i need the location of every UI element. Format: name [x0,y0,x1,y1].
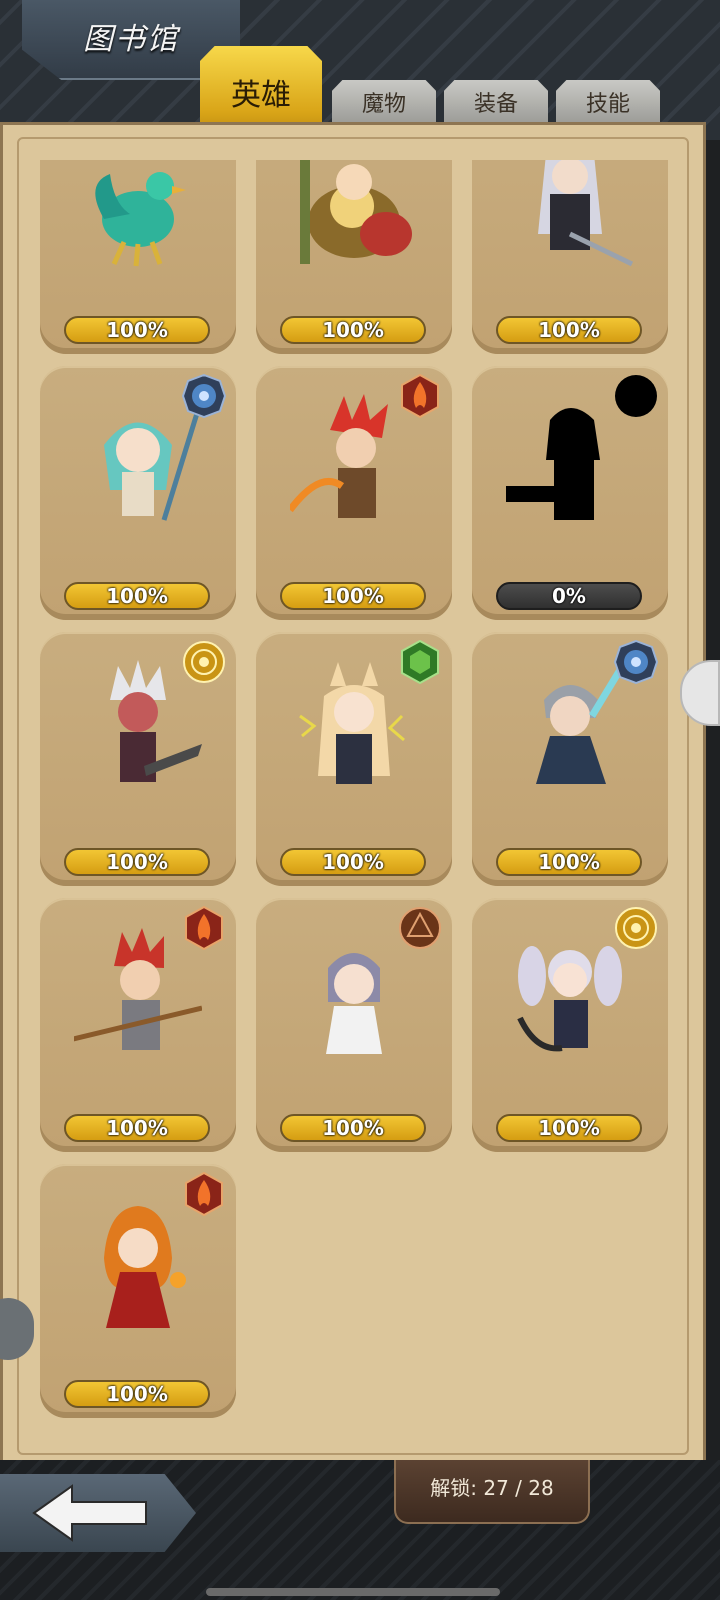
hero-card[interactable]: 100% [40,366,236,620]
progress-bar: 100% [280,848,426,876]
progress-bar: 100% [64,848,210,876]
water-element-icon [614,640,658,684]
light-element-icon [183,641,225,683]
earth-element-icon [399,907,441,949]
hero-card[interactable]: 100% [472,632,668,886]
progress-bar: 100% [64,1380,210,1408]
hero-card-locked[interactable]: 0% [472,366,668,620]
hero-grid[interactable]: 100% 100% 100% 100% 100% 0% 100% 100% 10… [28,160,680,1450]
progress-bar: 100% [496,848,642,876]
wind-element-icon [401,640,439,684]
hero-card[interactable]: 100% [40,632,236,886]
progress-bar: 100% [64,582,210,610]
unlock-counter: 解锁: 27 / 28 [394,1460,590,1524]
water-element-icon [182,374,226,418]
progress-bar: 100% [280,582,426,610]
hero-card[interactable]: 100% [256,366,452,620]
hero-card[interactable]: 100% [472,898,668,1152]
progress-bar: 0% [496,582,642,610]
hero-card[interactable]: 100% [256,160,452,354]
progress-bar: 100% [496,1114,642,1142]
dark-element-icon [615,375,657,417]
hero-card[interactable]: 100% [472,160,668,354]
back-arrow-icon [32,1484,147,1542]
back-button[interactable] [0,1474,196,1552]
progress-bar: 100% [64,1114,210,1142]
progress-bar: 100% [496,316,642,344]
progress-bar: 100% [64,316,210,344]
progress-bar: 100% [280,316,426,344]
hero-card[interactable]: 100% [256,898,452,1152]
hero-card[interactable]: 100% [256,632,452,886]
silver-knight-portrait [538,160,634,267]
hero-card[interactable]: 100% [40,160,236,354]
fire-element-icon [185,1172,223,1216]
hero-card[interactable]: 100% [40,898,236,1152]
fire-element-icon [185,906,223,950]
hero-card[interactable]: 100% [40,1164,236,1418]
fire-element-icon [401,374,439,418]
teal-bird-portrait [95,172,186,267]
light-element-icon [615,907,657,949]
home-indicator[interactable] [206,1588,500,1596]
progress-bar: 100% [280,1114,426,1142]
page-title: 图书馆 [83,22,179,57]
golden-armored-portrait [300,160,412,264]
